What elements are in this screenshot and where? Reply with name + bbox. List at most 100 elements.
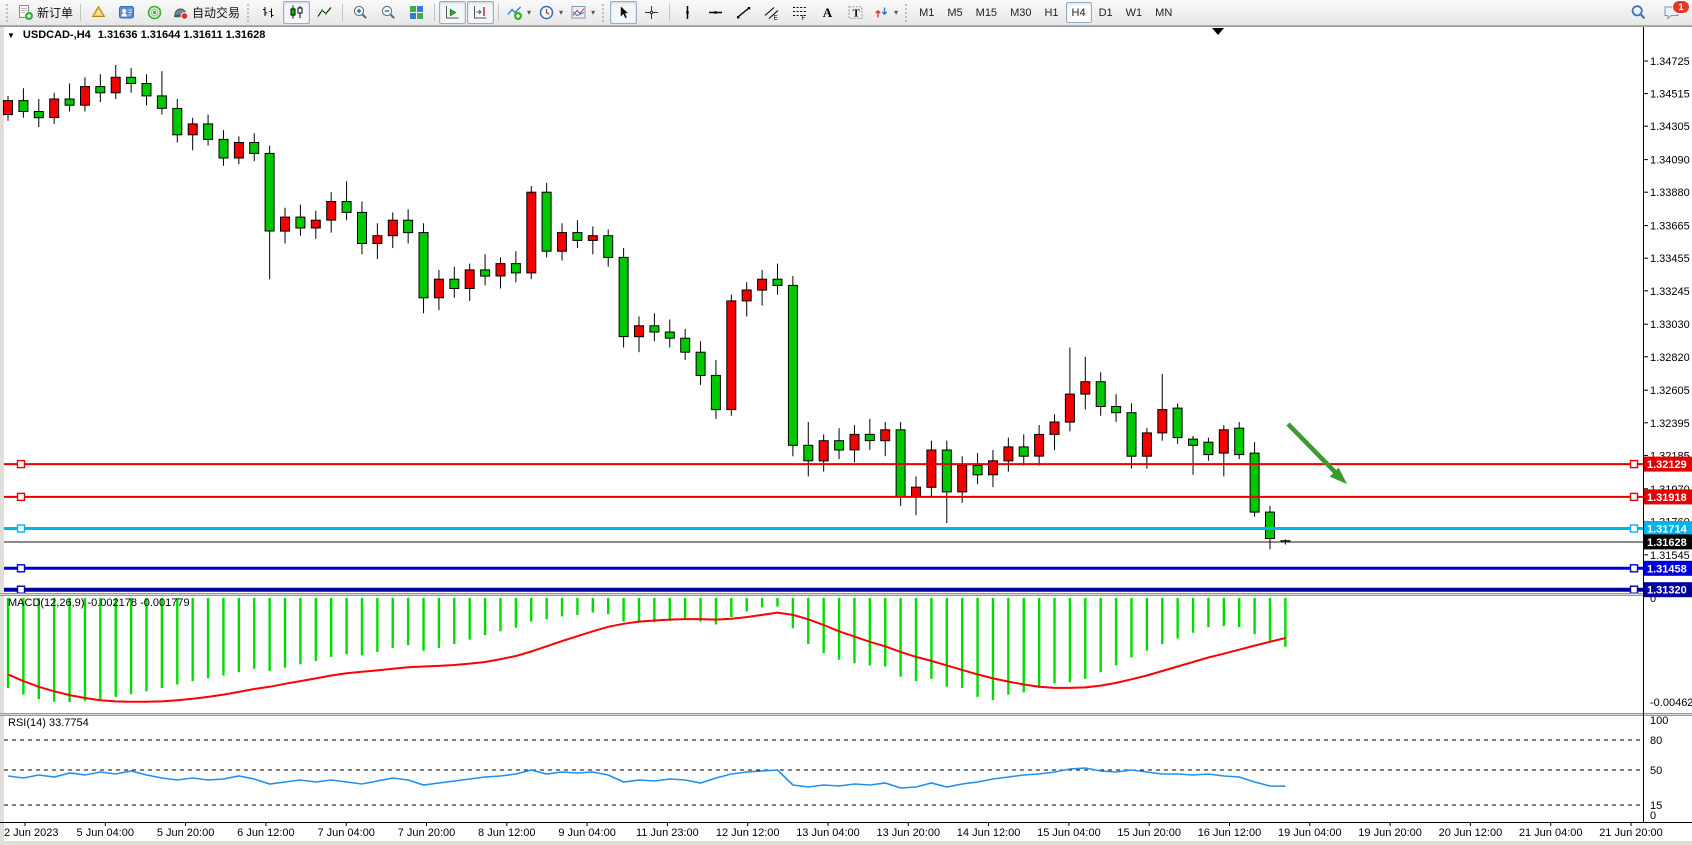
metaeditor-button[interactable]	[85, 1, 112, 24]
chart-shift-button[interactable]	[467, 1, 494, 24]
toolbar-grip	[246, 3, 250, 22]
svg-text:1.31918: 1.31918	[1647, 492, 1687, 504]
new-order-icon	[17, 4, 34, 21]
toolbar-separator	[498, 4, 499, 21]
svg-text:1.32605: 1.32605	[1650, 385, 1690, 397]
svg-text:1.31545: 1.31545	[1650, 550, 1690, 562]
chart-collapse-icon[interactable]: ▼	[7, 31, 15, 40]
svg-text:7 Jun 04:00: 7 Jun 04:00	[317, 827, 375, 839]
vertical-line-icon	[679, 4, 696, 21]
new-order-button[interactable]: 新订单	[14, 1, 76, 24]
svg-text:1.33030: 1.33030	[1650, 319, 1690, 331]
text-icon: A	[819, 4, 836, 21]
zoom-out-button[interactable]	[375, 1, 402, 24]
rsi-axis-label: 80	[1650, 735, 1662, 747]
toolbar-right-group: 1	[1625, 1, 1689, 24]
auto-scroll-icon	[444, 4, 461, 21]
macd-axis-label: -0.004626	[1650, 697, 1692, 709]
toolbar-grip	[904, 3, 908, 22]
main-toolbar: 新订单 自动交易 ▾ ▾ ▾ E F A T ▾ M1M5M15M30H1H4D1W1MN 1	[0, 0, 1692, 26]
candlestick-icon	[288, 4, 305, 21]
svg-text:21 Jun 20:00: 21 Jun 20:00	[1599, 827, 1663, 839]
arrows-icon	[873, 4, 890, 21]
autotrading-button[interactable]: 自动交易	[169, 1, 243, 24]
mql5-community-icon	[118, 4, 135, 21]
search-button[interactable]	[1625, 1, 1652, 24]
toolbar-grip	[601, 3, 605, 22]
signals-button[interactable]	[141, 1, 168, 24]
text-button[interactable]: A	[814, 1, 841, 24]
svg-text:1.33880: 1.33880	[1650, 187, 1690, 199]
indicators-icon	[506, 4, 523, 21]
chart-header: ▼ USDCAD-,H4 1.31636 1.31644 1.31611 1.3…	[7, 29, 265, 41]
horizontal-line-button[interactable]	[702, 1, 729, 24]
svg-text:13 Jun 20:00: 13 Jun 20:00	[876, 827, 940, 839]
zoom-in-icon	[352, 4, 369, 21]
rsi-label: RSI(14) 33.7754	[8, 717, 89, 729]
svg-text:21 Jun 04:00: 21 Jun 04:00	[1519, 827, 1583, 839]
chevron-down-icon: ▾	[559, 8, 563, 17]
equidistant-channel-button[interactable]: E	[758, 1, 785, 24]
chevron-down-icon: ▾	[527, 8, 531, 17]
fibonacci-button[interactable]: F	[786, 1, 813, 24]
autotrading-icon	[172, 4, 189, 21]
chart-ohlc-quote: 1.31636 1.31644 1.31611 1.31628	[98, 29, 266, 41]
svg-text:1.33455: 1.33455	[1650, 253, 1690, 265]
candlestick-button[interactable]	[283, 1, 310, 24]
svg-text:1.32129: 1.32129	[1647, 459, 1687, 471]
mql5-community-button[interactable]	[113, 1, 140, 24]
bar-chart-button[interactable]	[255, 1, 282, 24]
auto-scroll-button[interactable]	[439, 1, 466, 24]
svg-text:14 Jun 12:00: 14 Jun 12:00	[957, 827, 1021, 839]
templates-icon	[570, 4, 587, 21]
text-label-icon: T	[847, 4, 864, 21]
toolbar-separator	[434, 4, 435, 21]
equidistant-channel-icon: E	[763, 4, 780, 21]
svg-text:19 Jun 04:00: 19 Jun 04:00	[1278, 827, 1342, 839]
notifications-button[interactable]: 1	[1658, 3, 1685, 23]
chart-window: 0-0.00462610080501501.347251.345151.3430…	[0, 26, 1692, 845]
horizontal-line-icon	[707, 4, 724, 21]
svg-text:9 Jun 04:00: 9 Jun 04:00	[558, 827, 616, 839]
search-icon	[1630, 4, 1647, 21]
vertical-line-button[interactable]	[674, 1, 701, 24]
timeframe-m15-button[interactable]: M15	[970, 2, 1003, 23]
cursor-icon	[615, 4, 632, 21]
timeframe-h4-button[interactable]: H4	[1066, 2, 1092, 23]
svg-text:5 Jun 20:00: 5 Jun 20:00	[157, 827, 215, 839]
svg-text:A: A	[823, 5, 833, 20]
text-label-button[interactable]: T	[842, 1, 869, 24]
arrows-button[interactable]: ▾	[870, 1, 901, 24]
svg-text:F: F	[802, 15, 806, 21]
timeframe-mn-button[interactable]: MN	[1149, 2, 1178, 23]
chart-shift-icon	[472, 4, 489, 21]
templates-button[interactable]: ▾	[567, 1, 598, 24]
svg-text:1.34725: 1.34725	[1650, 56, 1690, 68]
cursor-button[interactable]	[610, 1, 637, 24]
svg-text:T: T	[853, 8, 860, 19]
toolbar-separator	[342, 4, 343, 21]
timeframe-w1-button[interactable]: W1	[1120, 2, 1149, 23]
timeframe-d1-button[interactable]: D1	[1093, 2, 1119, 23]
chevron-down-icon: ▾	[591, 8, 595, 17]
periods-button[interactable]: ▾	[535, 1, 566, 24]
svg-text:15 Jun 20:00: 15 Jun 20:00	[1117, 827, 1181, 839]
timeframe-m1-button[interactable]: M1	[913, 2, 940, 23]
line-chart-button[interactable]	[311, 1, 338, 24]
toolbar-separator	[80, 4, 81, 21]
timeframe-m30-button[interactable]: M30	[1004, 2, 1037, 23]
toolbar-grip	[5, 3, 9, 22]
timeframe-m5-button[interactable]: M5	[941, 2, 968, 23]
zoom-in-button[interactable]	[347, 1, 374, 24]
autotrading-button-label: 自动交易	[192, 4, 240, 21]
timeframe-h1-button[interactable]: H1	[1038, 2, 1064, 23]
svg-text:2 Jun 2023: 2 Jun 2023	[4, 827, 58, 839]
svg-text:1.32820: 1.32820	[1650, 352, 1690, 364]
trendline-button[interactable]	[730, 1, 757, 24]
new-order-button-label: 新订单	[37, 4, 73, 21]
indicators-button[interactable]: ▾	[503, 1, 534, 24]
crosshair-button[interactable]	[638, 1, 665, 24]
macd-label: MACD(12,26,9) -0.002178 -0.001779	[8, 597, 190, 609]
tile-windows-button[interactable]	[403, 1, 430, 24]
fibonacci-icon: F	[791, 4, 808, 21]
